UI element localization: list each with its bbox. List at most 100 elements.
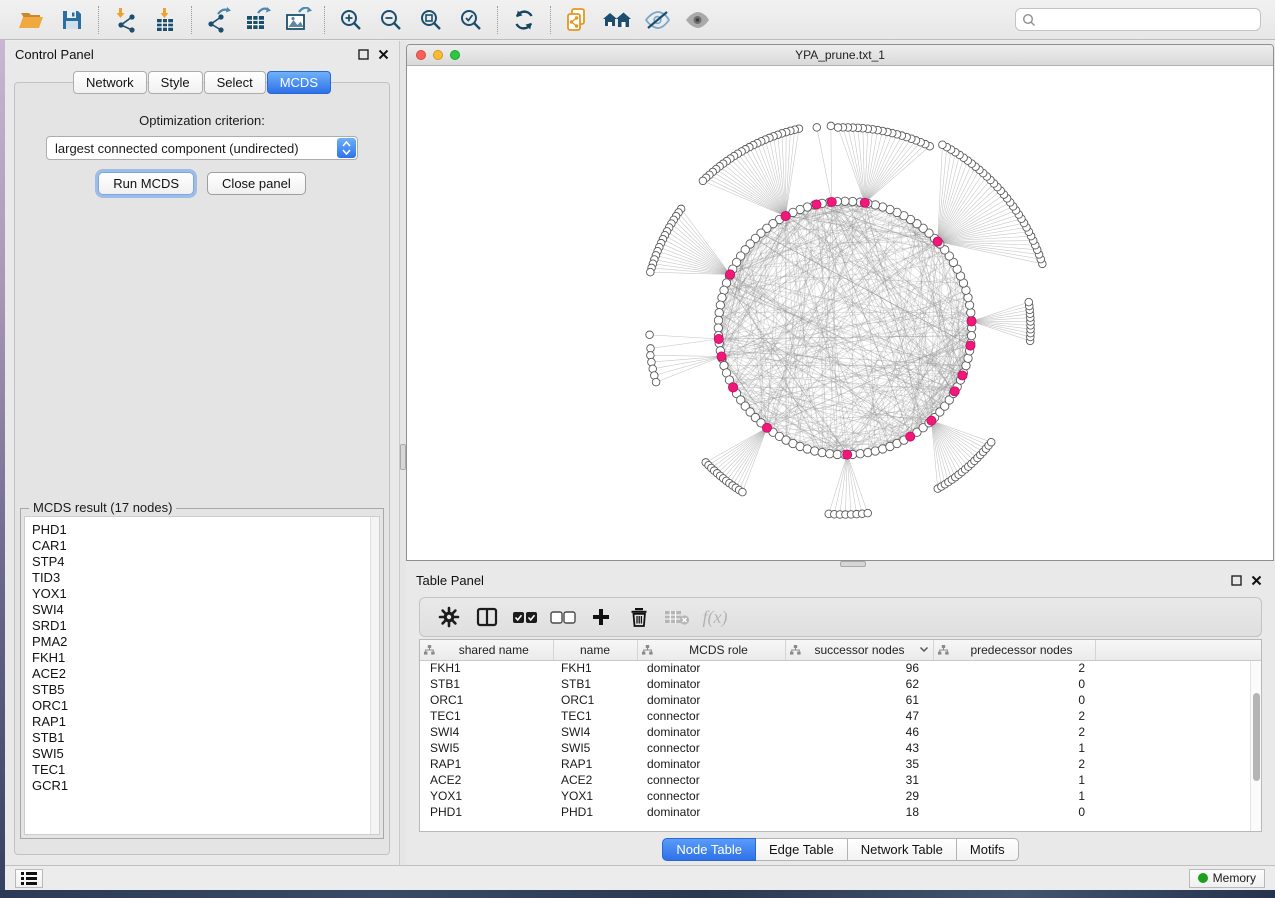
mcds-tab-content: Optimization criterion: largest connecte… (14, 82, 390, 855)
optimization-criterion-label: Optimization criterion: (15, 113, 389, 128)
close-panel-icon[interactable] (378, 49, 389, 60)
tab-edge-table[interactable]: Edge Table (756, 838, 848, 861)
table-scrollbar-thumb[interactable] (1253, 693, 1260, 781)
mcds-result-item[interactable]: SWI5 (32, 746, 370, 762)
hide-selected-icon[interactable] (637, 4, 677, 36)
mcds-result-item[interactable]: TEC1 (32, 762, 370, 778)
toolbar-separator (98, 6, 99, 34)
column-header-shared-name[interactable]: shared name (420, 640, 553, 660)
mcds-result-item[interactable]: TID3 (32, 570, 370, 586)
mcds-result-item[interactable]: YOX1 (32, 586, 370, 602)
tab-motifs[interactable]: Motifs (957, 838, 1019, 861)
float-panel-icon[interactable] (1231, 575, 1242, 586)
first-neighbors-icon[interactable] (597, 4, 637, 36)
column-header-name[interactable]: name (553, 640, 637, 660)
table-row[interactable]: ORC1ORC1dominator610 (420, 692, 1261, 708)
show-all-icon[interactable] (677, 4, 717, 36)
table-settings-gear-icon[interactable] (430, 602, 468, 632)
criterion-dropdown[interactable]: largest connected component (undirected) (46, 136, 358, 160)
table-panel-tabs: Node Table Edge Table Network Table Moti… (406, 836, 1275, 862)
table-row[interactable]: TEC1TEC1connector472 (420, 708, 1261, 724)
tab-mcds[interactable]: MCDS (267, 71, 331, 94)
export-network-icon[interactable] (198, 4, 238, 36)
export-image-icon[interactable] (278, 4, 318, 36)
task-list-icon (21, 872, 37, 885)
table-row[interactable]: ACE2ACE2connector311 (420, 772, 1261, 788)
network-graph[interactable] (407, 66, 1273, 560)
table-row[interactable]: STB1STB1dominator620 (420, 676, 1261, 692)
save-session-icon[interactable] (52, 4, 92, 36)
tree-icon (424, 645, 435, 655)
main-toolbar (0, 0, 1275, 40)
table-panel: Table Panel (406, 567, 1275, 865)
function-builder-icon: f(x) (696, 602, 734, 632)
memory-button[interactable]: Memory (1189, 869, 1265, 888)
table-row[interactable]: PHD1PHD1dominator180 (420, 804, 1261, 820)
table-row[interactable]: RAP1RAP1dominator352 (420, 756, 1261, 772)
table-row[interactable]: SWI4SWI4dominator462 (420, 724, 1261, 740)
mcds-result-item[interactable]: STB5 (32, 682, 370, 698)
table-row[interactable]: SWI5SWI5connector431 (420, 740, 1261, 756)
node-table-body: FKH1FKH1dominator962STB1STB1dominator620… (420, 660, 1261, 820)
delete-column-icon[interactable] (620, 602, 658, 632)
run-mcds-button[interactable]: Run MCDS (98, 172, 194, 195)
criterion-value: largest connected component (undirected) (55, 141, 299, 156)
mcds-result-item[interactable]: ORC1 (32, 698, 370, 714)
delete-table-icon[interactable] (658, 602, 696, 632)
import-network-icon[interactable] (105, 4, 145, 36)
close-panel-button[interactable]: Close panel (207, 172, 306, 195)
tab-node-table[interactable]: Node Table (662, 838, 756, 861)
mcds-result-item[interactable]: CAR1 (32, 538, 370, 554)
zoom-fit-icon[interactable] (411, 4, 451, 36)
show-column-panel-icon[interactable] (468, 602, 506, 632)
table-scrollbar[interactable] (1250, 661, 1261, 831)
mcds-result-item[interactable]: FKH1 (32, 650, 370, 666)
memory-status-icon (1198, 873, 1208, 883)
mcds-result-item[interactable]: GCR1 (32, 778, 370, 794)
mcds-result-item[interactable]: PMA2 (32, 634, 370, 650)
deselect-all-columns-icon[interactable] (544, 602, 582, 632)
zoom-selected-icon[interactable] (451, 4, 491, 36)
select-all-columns-icon[interactable] (506, 602, 544, 632)
network-titlebar[interactable]: YPA_prune.txt_1 (407, 45, 1273, 66)
tab-style[interactable]: Style (148, 71, 203, 94)
import-table-icon[interactable] (145, 4, 185, 36)
zoom-out-icon[interactable] (371, 4, 411, 36)
refresh-layout-icon[interactable] (504, 4, 544, 36)
mcds-result-item[interactable]: RAP1 (32, 714, 370, 730)
export-table-icon[interactable] (238, 4, 278, 36)
mcds-result-item[interactable]: SRD1 (32, 618, 370, 634)
network-title: YPA_prune.txt_1 (407, 48, 1273, 62)
mcds-list-scrollbar[interactable] (370, 517, 379, 834)
search-input[interactable] (1041, 13, 1254, 27)
mcds-result-item[interactable]: STP4 (32, 554, 370, 570)
column-header-filler (1095, 640, 1261, 660)
create-column-icon[interactable] (582, 602, 620, 632)
close-panel-icon[interactable] (1251, 575, 1262, 586)
control-panel: Control Panel Network Style Select MCDS … (5, 41, 400, 865)
mcds-result-item[interactable]: SWI4 (32, 602, 370, 618)
mcds-result-group: MCDS result (17 nodes) PHD1CAR1STP4TID3Y… (20, 508, 384, 839)
table-row[interactable]: FKH1FKH1dominator962 (420, 660, 1261, 676)
toolbar-separator (550, 6, 551, 34)
duplicate-network-icon[interactable] (557, 4, 597, 36)
mcds-result-item[interactable]: PHD1 (32, 522, 370, 538)
column-header-mcds-role[interactable]: MCDS role (637, 640, 785, 660)
cytoscape-window: Control Panel Network Style Select MCDS … (5, 0, 1275, 890)
search-box[interactable] (1015, 8, 1261, 31)
table-row[interactable]: YOX1YOX1connector291 (420, 788, 1261, 804)
column-header-successor-nodes[interactable]: successor nodes (785, 640, 933, 660)
task-history-button[interactable] (15, 869, 43, 888)
column-header-predecessor-nodes[interactable]: predecessor nodes (933, 640, 1095, 660)
open-session-icon[interactable] (12, 4, 52, 36)
table-toolbar: f(x) (419, 597, 1262, 637)
float-panel-icon[interactable] (358, 49, 369, 60)
mcds-result-item[interactable]: ACE2 (32, 666, 370, 682)
mcds-result-item[interactable]: STB1 (32, 730, 370, 746)
mcds-result-title: MCDS result (17 nodes) (29, 500, 176, 515)
tab-select[interactable]: Select (204, 71, 266, 94)
table-header-row: shared name name MCDS role successor nod… (420, 640, 1261, 660)
tab-network-table[interactable]: Network Table (848, 838, 957, 861)
zoom-in-icon[interactable] (331, 4, 371, 36)
tab-network[interactable]: Network (73, 71, 147, 94)
